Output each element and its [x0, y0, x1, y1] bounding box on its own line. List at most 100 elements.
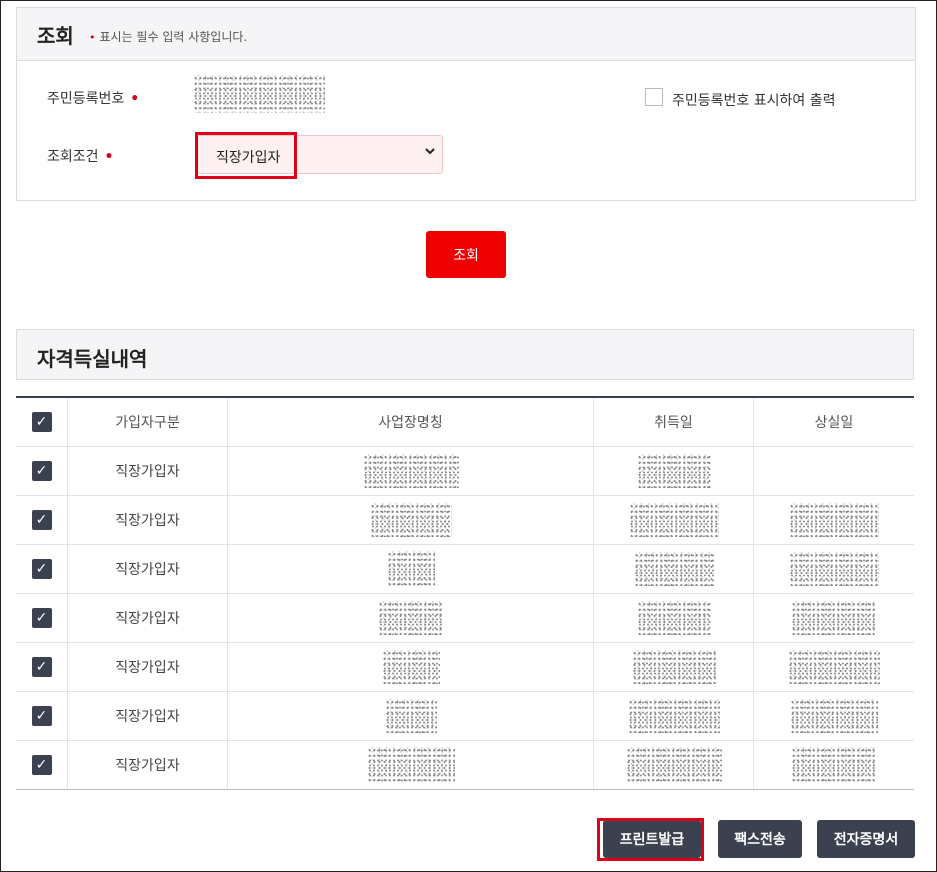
table-row: ✓ 직장가입자	[16, 692, 914, 741]
member-type-cell: 직장가입자	[68, 594, 228, 642]
row-checkbox[interactable]: ✓	[31, 608, 52, 628]
row-checkbox[interactable]: ✓	[31, 755, 52, 775]
masked-date	[789, 503, 879, 537]
masked-workplace	[369, 503, 452, 537]
loss-date-cell	[754, 692, 914, 740]
table-row: ✓ 직장가입자	[16, 741, 914, 789]
resident-number-label: 주민등록번호 •	[47, 88, 139, 108]
loss-date-cell	[754, 594, 914, 642]
masked-workplace	[366, 747, 455, 783]
masked-date	[789, 552, 879, 586]
row-checkbox-cell: ✓	[16, 741, 68, 789]
masked-date	[625, 747, 722, 783]
masked-date	[788, 650, 880, 684]
loss-date-cell	[754, 643, 914, 691]
row-checkbox-cell: ✓	[16, 692, 68, 740]
workplace-name-cell	[228, 692, 594, 740]
masked-workplace	[386, 551, 435, 587]
column-header: 가입자구분	[68, 398, 228, 446]
member-type-cell: 직장가입자	[68, 692, 228, 740]
table-row: ✓ 직장가입자	[16, 643, 914, 692]
masked-workplace	[377, 601, 444, 635]
row-checkbox[interactable]: ✓	[31, 657, 52, 677]
masked-date	[791, 601, 877, 635]
results-header: 자격득실내역	[16, 329, 914, 380]
masked-date	[631, 650, 716, 684]
table-row: ✓ 직장가입자	[16, 545, 914, 594]
loss-date-cell	[754, 741, 914, 789]
select-all-checkbox[interactable]: ✓	[31, 412, 52, 432]
required-mark: •	[104, 149, 114, 165]
search-panel-header: 조회 • 표시는 필수 입력 사항입니다.	[16, 7, 916, 60]
row-checkbox[interactable]: ✓	[31, 559, 52, 579]
condition-label: 조회조건 •	[47, 146, 113, 166]
column-header: 취득일	[594, 398, 754, 446]
masked-date	[790, 699, 878, 733]
member-type-cell: 직장가입자	[68, 741, 228, 789]
masked-workplace	[381, 650, 440, 684]
workplace-name-cell	[228, 643, 594, 691]
qualification-table: ✓ 가입자구분 사업장명칭 취득일 상실일 ✓ 직장가입자 ✓ 직장가입자 ✓ …	[16, 396, 914, 790]
workplace-name-cell	[228, 594, 594, 642]
acquisition-date-cell	[594, 496, 754, 544]
masked-date	[791, 747, 877, 783]
column-header: 사업장명칭	[228, 398, 594, 446]
table-row: ✓ 직장가입자	[16, 594, 914, 643]
required-mark: •	[130, 91, 140, 107]
row-checkbox[interactable]: ✓	[31, 510, 52, 530]
row-checkbox-cell: ✓	[16, 496, 68, 544]
loss-date-cell	[754, 545, 914, 593]
show-resident-number-label: 주민등록번호 표시하여 출력	[672, 93, 836, 109]
masked-date	[633, 552, 714, 586]
show-resident-number-checkbox[interactable]	[645, 88, 663, 106]
select-all-cell: ✓	[16, 398, 68, 446]
masked-date	[636, 454, 711, 488]
print-highlight-box	[597, 818, 704, 861]
table-header-row: ✓ 가입자구분 사업장명칭 취득일 상실일	[16, 398, 914, 447]
condition-highlight-box	[195, 132, 297, 179]
member-type-cell: 직장가입자	[68, 545, 228, 593]
member-type-cell: 직장가입자	[68, 643, 228, 691]
resident-number-masked	[193, 75, 325, 113]
masked-date	[628, 503, 719, 537]
workplace-name-cell	[228, 545, 594, 593]
search-panel-body: 주민등록번호 • 주민등록번호 표시하여 출력 조회조건 • 직장가입자	[16, 60, 916, 201]
table-row: ✓ 직장가입자	[16, 496, 914, 545]
member-type-cell: 직장가입자	[68, 496, 228, 544]
e-certificate-button[interactable]: 전자증명서	[817, 820, 915, 858]
resident-number-label-text: 주민등록번호	[47, 91, 125, 107]
required-dot: •	[89, 31, 96, 44]
table-row: ✓ 직장가입자	[16, 447, 914, 496]
loss-date-cell	[754, 496, 914, 544]
row-checkbox-cell: ✓	[16, 545, 68, 593]
chevron-down-icon	[424, 145, 436, 161]
acquisition-date-cell	[594, 741, 754, 789]
row-checkbox[interactable]: ✓	[31, 706, 52, 726]
masked-workplace	[362, 454, 459, 488]
condition-label-text: 조회조건	[47, 149, 99, 165]
results-title: 자격득실내역	[37, 347, 148, 371]
search-title: 조회	[37, 24, 74, 48]
acquisition-date-cell	[594, 692, 754, 740]
acquisition-date-cell	[594, 447, 754, 495]
workplace-name-cell	[228, 496, 594, 544]
acquisition-date-cell	[594, 643, 754, 691]
masked-date	[636, 601, 711, 635]
required-note-text: 표시는 필수 입력 사항입니다.	[99, 30, 248, 44]
acquisition-date-cell	[594, 545, 754, 593]
fax-send-button[interactable]: 팩스전송	[718, 820, 802, 858]
masked-date	[627, 699, 720, 733]
row-checkbox[interactable]: ✓	[31, 461, 52, 481]
row-checkbox-cell: ✓	[16, 643, 68, 691]
loss-date-cell	[754, 447, 914, 495]
masked-workplace	[384, 699, 437, 733]
required-note: • 표시는 필수 입력 사항입니다.	[89, 28, 247, 45]
workplace-name-cell	[228, 447, 594, 495]
member-type-cell: 직장가입자	[68, 447, 228, 495]
column-header: 상실일	[814, 415, 854, 431]
acquisition-date-cell	[594, 594, 754, 642]
workplace-name-cell	[228, 741, 594, 789]
search-button[interactable]: 조회	[426, 231, 506, 278]
row-checkbox-cell: ✓	[16, 447, 68, 495]
row-checkbox-cell: ✓	[16, 594, 68, 642]
